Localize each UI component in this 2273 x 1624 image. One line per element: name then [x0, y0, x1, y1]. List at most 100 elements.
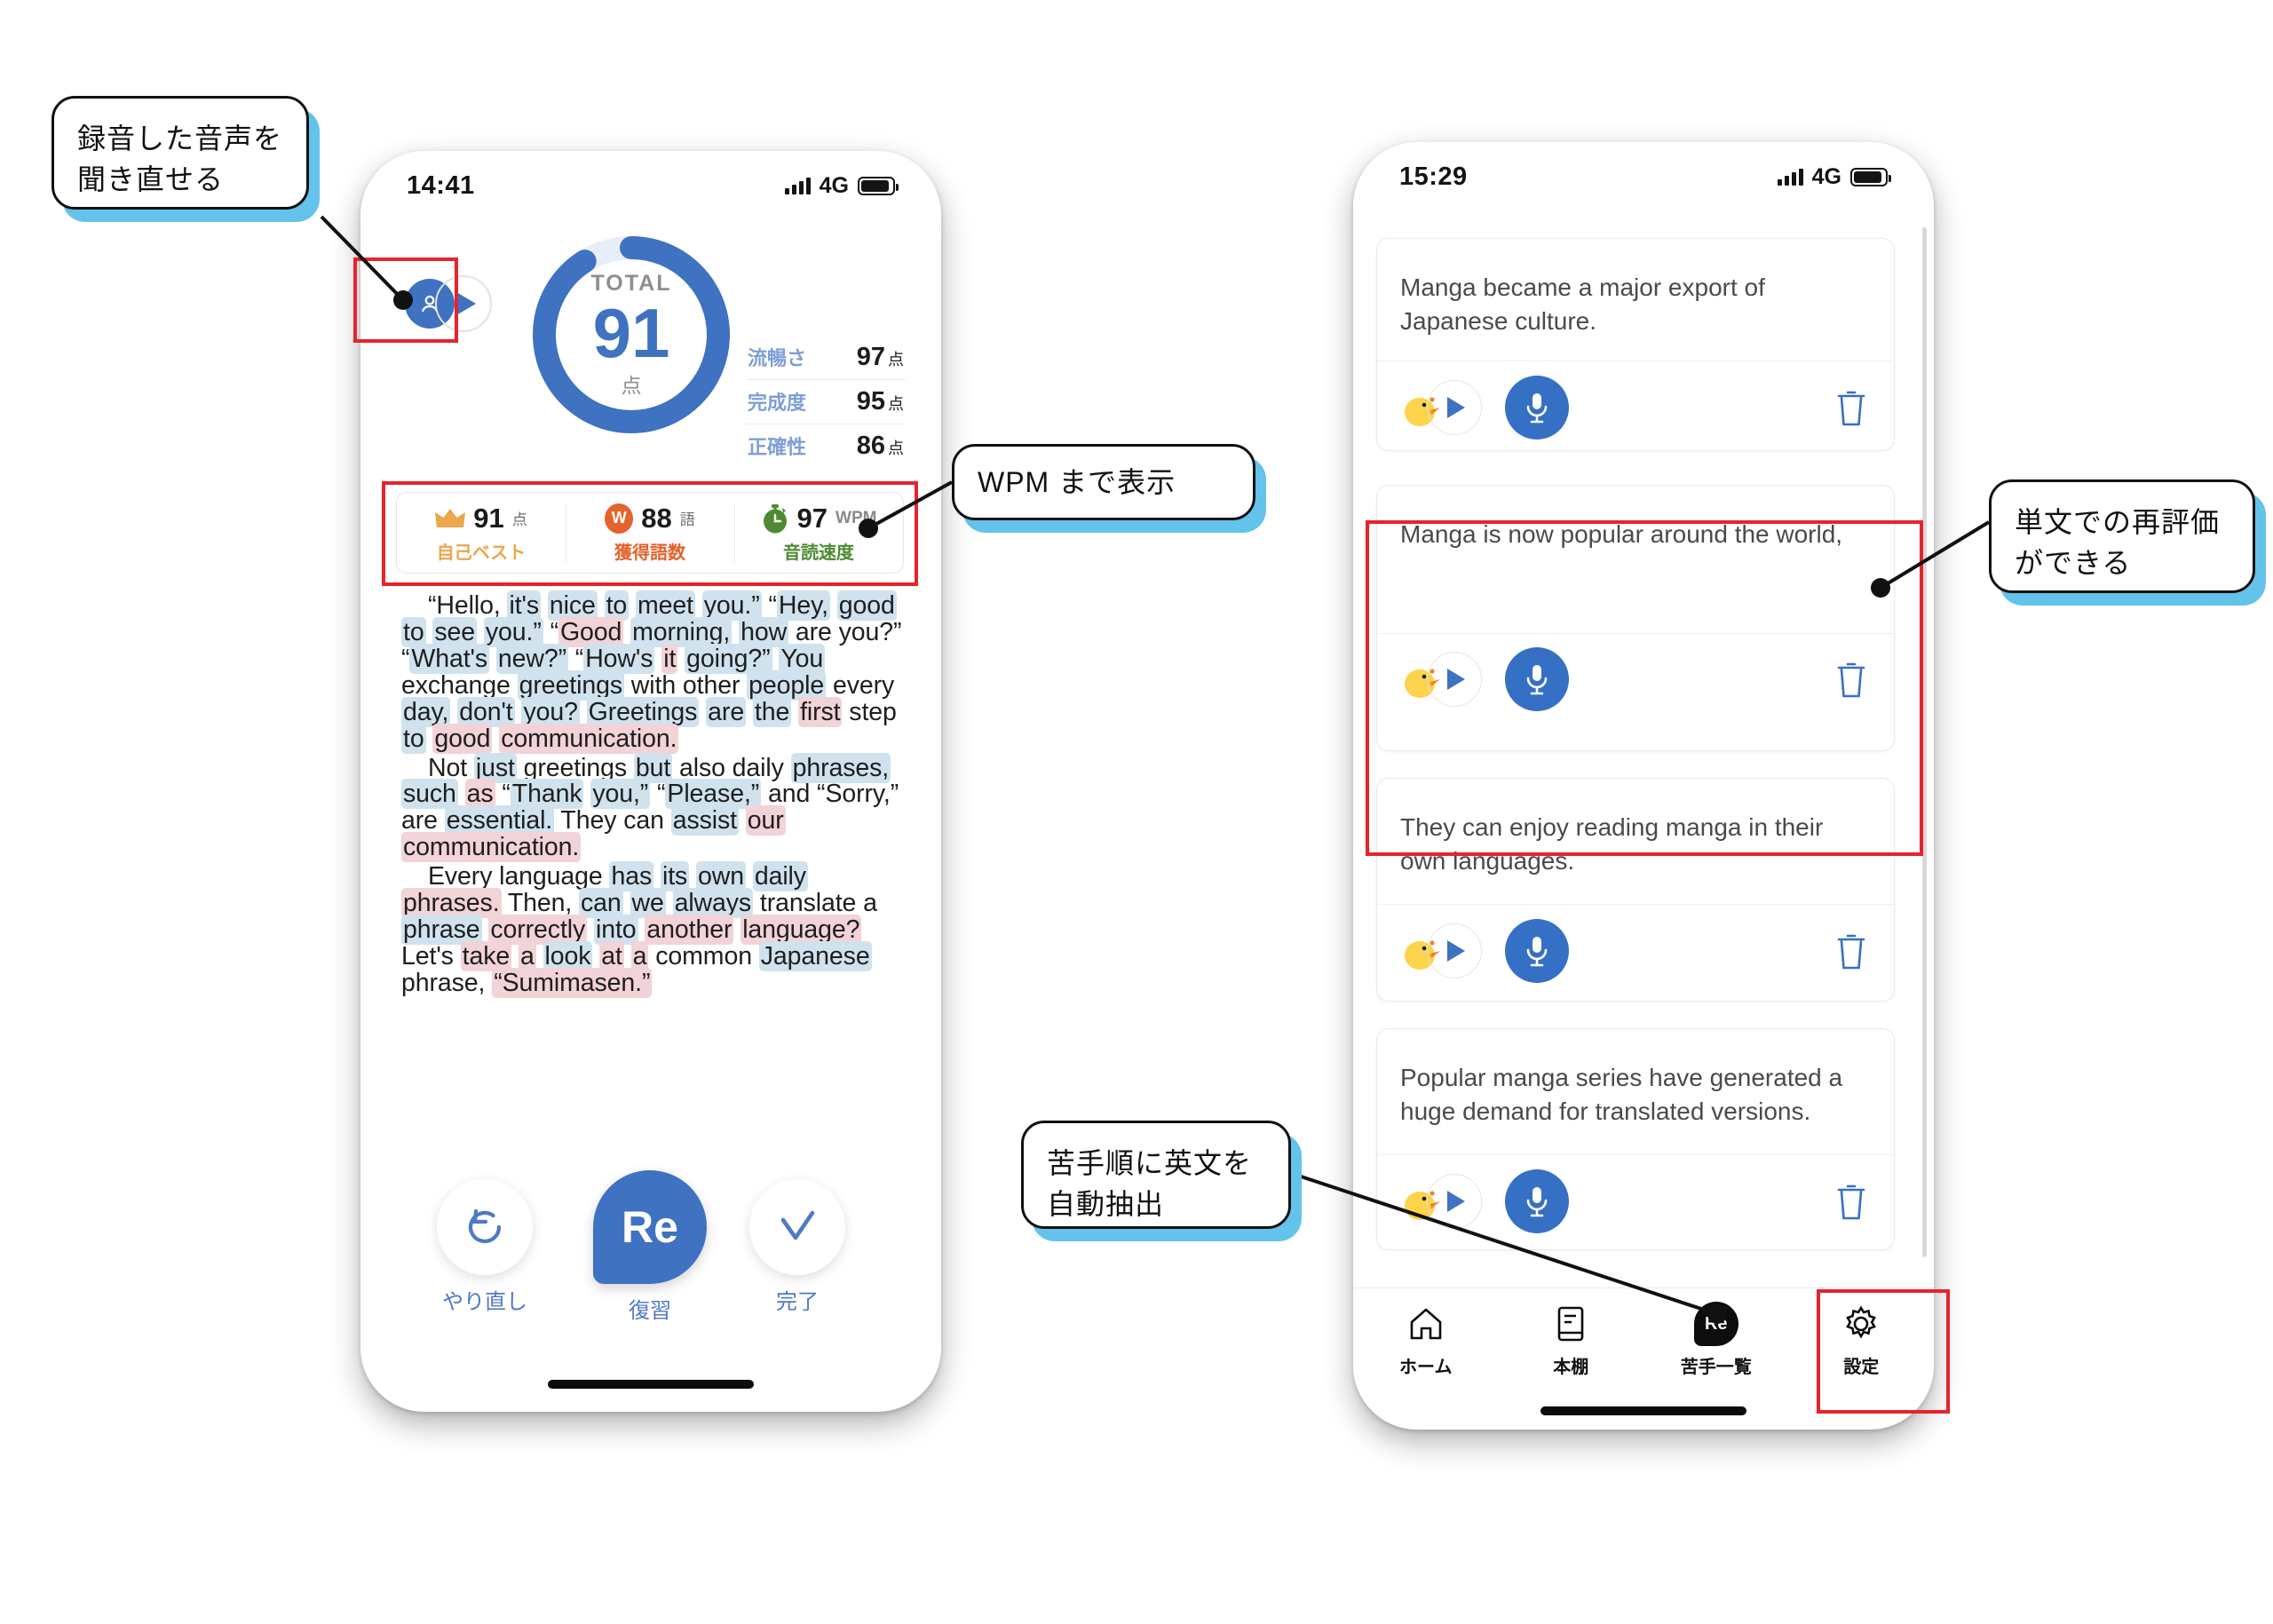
phone-mockup-weak-sentence-list: 15:29 4G Manga became a major export of … — [1353, 142, 1934, 1430]
trash-icon[interactable] — [1833, 931, 1869, 971]
signal-bars-icon — [784, 177, 811, 194]
phone-mockup-result-screen: 14:41 4G TOTAL 91 点 流暢さ 97 点 完成度 95 点 正確… — [360, 151, 941, 1412]
done-button[interactable]: 完了 — [749, 1179, 845, 1315]
home-icon — [1406, 1303, 1445, 1345]
chick-play-icon[interactable] — [1400, 379, 1485, 435]
sentence-card-actions — [1377, 904, 1894, 996]
stat-reading-speed: 97 WPM 音読速度 — [734, 493, 903, 573]
signal-bars-icon — [1777, 168, 1803, 186]
phone1-screen: 14:41 4G TOTAL 91 点 流暢さ 97 点 完成度 95 点 正確… — [360, 151, 941, 1412]
re-badge: Re — [1693, 1302, 1738, 1346]
score-ring-unit: 点 — [621, 373, 642, 397]
status-bar: 15:29 4G — [1353, 142, 1934, 211]
subscore-row: 正確性 86 点 — [746, 424, 906, 468]
stats-summary-card: 91 点 自己ベスト W 88 語 獲得語数 97 WPM 音読速度 — [396, 492, 904, 574]
sentence-card-actions — [1377, 360, 1894, 453]
trash-icon[interactable] — [1833, 659, 1869, 700]
subscore-row: 流暢さ 97 点 — [746, 336, 906, 380]
status-bar: 14:41 4G — [360, 151, 941, 220]
word-count-icon: W — [605, 503, 634, 534]
sentence-card-actions — [1377, 632, 1894, 725]
stat-caption: 自己ベスト — [436, 543, 527, 563]
slide-canvas: 14:41 4G TOTAL 91 点 流暢さ 97 点 完成度 95 点 正確… — [0, 0, 2273, 1624]
sentence-card[interactable]: Manga is now popular around the world, — [1376, 485, 1895, 751]
play-icon[interactable] — [435, 275, 492, 332]
microphone-icon[interactable] — [1505, 647, 1569, 712]
sentence-list[interactable]: Manga became a major export of Japanese … — [1353, 220, 1934, 1287]
redo-label: やり直し — [442, 1290, 527, 1314]
result-header: TOTAL 91 点 流暢さ 97 点 完成度 95 点 正確性 86 点 — [360, 220, 941, 469]
subscore-unit: 点 — [888, 395, 904, 413]
play-icon[interactable] — [1427, 923, 1482, 978]
play-icon[interactable] — [1427, 652, 1482, 708]
score-ring-caption: TOTAL — [590, 271, 672, 297]
subscore-value: 86 — [856, 432, 885, 460]
trash-icon[interactable] — [1833, 1181, 1869, 1222]
stat-caption: 音読速度 — [783, 543, 854, 563]
stopwatch-icon — [763, 503, 787, 533]
sentence-text: Manga became a major export of Japanese … — [1400, 273, 1765, 335]
chick-play-icon[interactable] — [1400, 652, 1485, 708]
callout-auto-extract: 苦手順に英文を 自動抽出 — [1021, 1121, 1302, 1241]
sentence-card[interactable]: Popular manga series have generated a hu… — [1376, 1028, 1895, 1250]
done-label: 完了 — [776, 1290, 819, 1314]
callout-wpm: WPM まで表示 — [952, 444, 1266, 533]
tab-settings[interactable]: 設定 — [1789, 1303, 1935, 1378]
sentence-text: They can enjoy reading manga in their ow… — [1400, 813, 1824, 875]
trash-icon[interactable] — [1833, 387, 1869, 428]
check-icon — [749, 1179, 845, 1275]
battery-icon — [1850, 167, 1891, 186]
callout-playback: 録音した音声を 聞き直せる — [51, 96, 320, 222]
review-button[interactable]: Re 復習 — [593, 1170, 707, 1324]
review-label: 復習 — [629, 1299, 671, 1323]
callout-text: 苦手順に英文を 自動抽出 — [1047, 1147, 1253, 1221]
stat-value: 88 — [641, 502, 672, 534]
recording-playback-control[interactable] — [405, 275, 492, 332]
status-time: 15:29 — [1399, 162, 1468, 191]
callout-text: 単文での再評価 ができる — [2015, 506, 2221, 580]
microphone-icon[interactable] — [1505, 375, 1569, 440]
status-indicators: 4G — [1777, 163, 1891, 190]
tab-label: 設定 — [1843, 1358, 1880, 1377]
stat-unit: WPM — [836, 508, 877, 527]
battery-icon — [858, 176, 899, 195]
network-label: 4G — [1811, 163, 1841, 189]
callout-text: WPM まで表示 — [978, 465, 1176, 498]
chick-play-icon[interactable] — [1400, 1173, 1485, 1229]
subscore-row: 完成度 95 点 — [746, 380, 906, 424]
subscore-label: 流暢さ — [748, 347, 807, 369]
tab-label: 苦手一覧 — [1680, 1358, 1752, 1377]
stat-unit: 語 — [679, 511, 695, 528]
bookshelf-icon — [1553, 1303, 1588, 1345]
subscore-value: 95 — [856, 387, 885, 416]
scrollbar[interactable] — [1922, 227, 1927, 1257]
result-action-bar: やり直し Re 復習 完了 — [360, 1170, 941, 1330]
microphone-icon[interactable] — [1505, 1168, 1569, 1233]
status-time: 14:41 — [407, 170, 475, 200]
passage-paragraph: Not just greetings but also daily phrase… — [401, 752, 899, 863]
sentence-card[interactable]: They can enjoy reading manga in their ow… — [1376, 778, 1895, 1002]
sentence-card[interactable]: Manga became a major export of Japanese … — [1376, 238, 1895, 451]
stat-caption: 獲得語数 — [614, 543, 685, 563]
callout-re-evaluation: 単文での再評価 ができる — [1989, 479, 2266, 606]
stat-personal-best: 91 点 自己ベスト — [397, 493, 566, 573]
total-score-ring: TOTAL 91 点 — [526, 229, 737, 440]
re-bubble-icon: Re — [593, 1170, 707, 1284]
tab-bookshelf[interactable]: 本棚 — [1499, 1303, 1644, 1378]
subscore-label: 完成度 — [748, 392, 807, 414]
stat-unit: 点 — [511, 511, 527, 528]
stat-value: 97 — [796, 502, 828, 534]
network-label: 4G — [819, 172, 849, 198]
passage-paragraph: “Hello, it's nice to meet you.” “Hey, go… — [401, 590, 902, 754]
tab-weak-list[interactable]: Re 苦手一覧 — [1643, 1302, 1789, 1378]
redo-button[interactable]: やり直し — [437, 1179, 533, 1315]
play-icon[interactable] — [1427, 379, 1482, 435]
play-icon[interactable] — [1427, 1173, 1482, 1229]
chick-play-icon[interactable] — [1400, 923, 1485, 978]
phone2-screen: 15:29 4G Manga became a major export of … — [1353, 142, 1934, 1430]
sentence-text: Manga is now popular around the world, — [1400, 520, 1843, 548]
microphone-icon[interactable] — [1505, 918, 1569, 983]
tab-home[interactable]: ホーム — [1353, 1303, 1499, 1378]
passage-paragraph: Every language has its own daily phrases… — [401, 861, 877, 998]
stat-value: 91 — [473, 502, 504, 534]
